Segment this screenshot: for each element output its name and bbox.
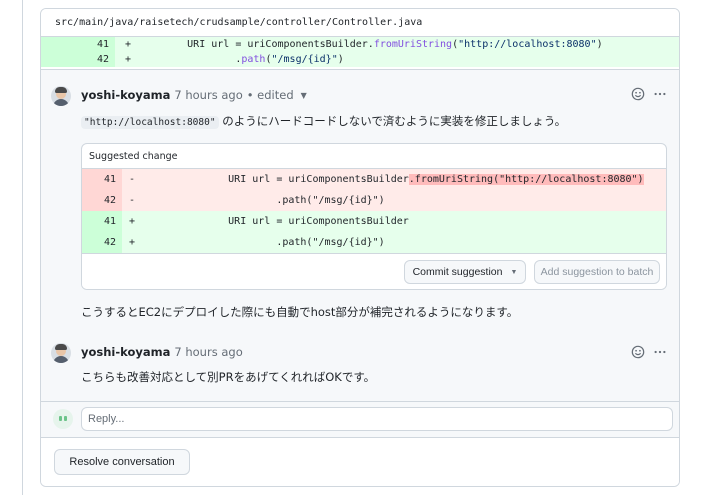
- code-line: URI url = uriComponentsBuilder.fromUriSt…: [139, 39, 603, 50]
- code-method: path: [241, 54, 266, 65]
- triangle-down-icon[interactable]: ▼: [301, 91, 307, 100]
- code-paren: ): [337, 54, 344, 65]
- context-diff: 41 + URI url = uriComponentsBuilder.from…: [41, 37, 679, 67]
- comment-body: "http://localhost:8080" のようにハードコードしないで済む…: [81, 113, 566, 129]
- diff-sign: -: [129, 174, 136, 185]
- suggestion-footer: Commit suggestion ▼ Add suggestion to ba…: [82, 253, 666, 289]
- comments-area: yoshi-koyama 7 hours ago • edited ▼ "htt…: [41, 69, 679, 433]
- comment-body: こちらも改善対応として別PRをあげてくれればOKです。: [81, 370, 376, 384]
- edited-label[interactable]: • edited: [247, 88, 294, 102]
- commit-suggestion-label: Commit suggestion: [412, 266, 503, 278]
- code-line: .path("/msg/{id}"): [180, 237, 385, 248]
- comment-text: のようにハードコードしないで済むように実装を修正しましょう。: [218, 114, 567, 128]
- line-number: 41: [82, 211, 122, 232]
- commit-suggestion-button[interactable]: Commit suggestion ▼: [404, 260, 526, 284]
- diff-line-added: 42 + .path("/msg/{id}"): [82, 232, 666, 253]
- comment-timestamp[interactable]: 7 hours ago: [174, 345, 242, 359]
- line-number[interactable]: 42: [41, 52, 115, 67]
- smiley-icon[interactable]: [631, 87, 645, 105]
- code-line: .path("/msg/{id}"): [139, 54, 344, 65]
- inline-code: "http://localhost:8080": [81, 116, 219, 129]
- timeline-rule: [22, 0, 23, 495]
- diff-sign: +: [129, 237, 136, 248]
- resolve-conversation-button[interactable]: Resolve conversation: [54, 449, 190, 475]
- code-paren: ): [596, 39, 603, 50]
- diff-sign: +: [129, 216, 136, 227]
- code-text: .: [139, 54, 242, 65]
- code-line: .path("/msg/{id}"): [180, 195, 385, 206]
- comment-actions: [631, 345, 667, 363]
- reply-row: Reply...: [41, 401, 679, 437]
- avatar[interactable]: [51, 86, 71, 106]
- suggested-change: Suggested change 41 - URI url = uriCompo…: [81, 143, 667, 290]
- deleted-highlight: .fromUriString("http://localhost:8080"): [408, 174, 644, 185]
- line-number: 42: [82, 232, 122, 253]
- diff-line-deleted: 42 - .path("/msg/{id}"): [82, 190, 666, 211]
- comment-actions: [631, 87, 667, 105]
- author-name[interactable]: yoshi-koyama: [81, 88, 170, 102]
- review-thread: src/main/java/raisetech/crudsample/contr…: [40, 8, 680, 487]
- comment-header: yoshi-koyama 7 hours ago: [81, 345, 243, 359]
- code-text: URI url = uriComponentsBuilder: [180, 174, 409, 185]
- diff-sign: +: [125, 39, 132, 50]
- code-line: URI url = uriComponentsBuilder: [180, 216, 409, 227]
- line-number[interactable]: 41: [41, 37, 115, 52]
- kebab-icon[interactable]: [653, 87, 667, 105]
- diff-line-deleted: 41 - URI url = uriComponentsBuilder.from…: [82, 169, 666, 190]
- diff-line-added: 41 + URI url = uriComponentsBuilder: [82, 211, 666, 232]
- diff-line: 41 + URI url = uriComponentsBuilder.from…: [41, 37, 679, 52]
- diff-sign: -: [129, 195, 136, 206]
- line-number: 41: [82, 169, 122, 190]
- comment-followup: こうするとEC2にデプロイした際にも自動でhost部分が補完されるようになります…: [81, 305, 519, 319]
- suggestion-diff: 41 - URI url = uriComponentsBuilder.from…: [82, 169, 666, 253]
- file-path[interactable]: src/main/java/raisetech/crudsample/contr…: [41, 9, 679, 37]
- smiley-icon[interactable]: [631, 345, 645, 363]
- triangle-down-icon: ▼: [510, 268, 518, 276]
- code-method: fromUriString: [373, 39, 453, 50]
- avatar[interactable]: [51, 343, 71, 363]
- code-string: "http://localhost:8080": [458, 39, 597, 50]
- line-number: 42: [82, 190, 122, 211]
- comment-header: yoshi-koyama 7 hours ago • edited ▼: [81, 88, 307, 102]
- code-string: "/msg/{id}": [271, 54, 338, 65]
- code-line: URI url = uriComponentsBuilder.fromUriSt…: [180, 174, 644, 185]
- author-name[interactable]: yoshi-koyama: [81, 345, 170, 359]
- comment-timestamp[interactable]: 7 hours ago: [174, 88, 242, 102]
- diff-line: 42 + .path("/msg/{id}"): [41, 52, 679, 67]
- user-avatar: [53, 409, 73, 429]
- diff-sign: +: [125, 54, 132, 65]
- kebab-icon[interactable]: [653, 345, 667, 363]
- add-to-batch-button[interactable]: Add suggestion to batch: [534, 260, 660, 284]
- reply-input[interactable]: Reply...: [81, 407, 673, 431]
- code-text: URI url = uriComponentsBuilder.: [139, 39, 374, 50]
- suggested-change-title: Suggested change: [82, 144, 666, 169]
- resolve-area: Resolve conversation: [41, 437, 679, 486]
